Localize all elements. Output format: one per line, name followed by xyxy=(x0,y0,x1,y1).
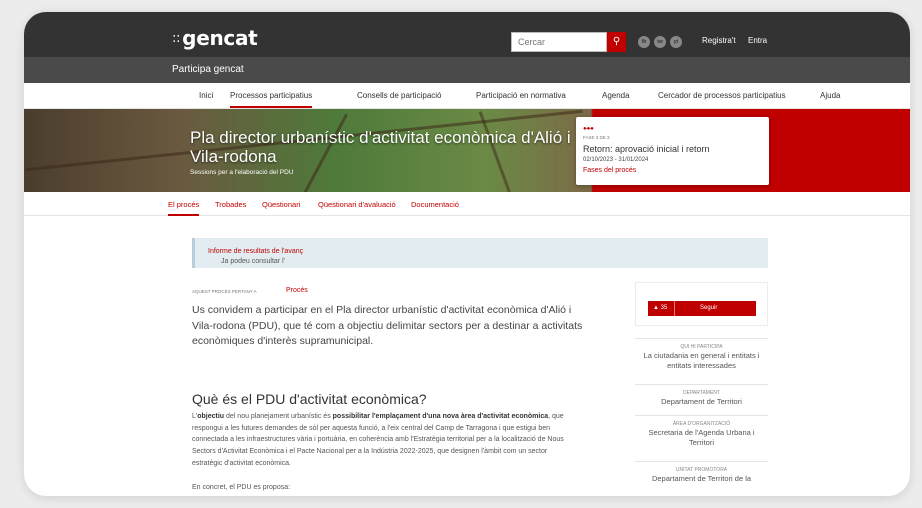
phase-dates: 02/10/2023 - 31/01/2024 xyxy=(583,157,649,163)
meta-value: La ciutadania en general i entitats i en… xyxy=(643,351,760,370)
phases-link[interactable]: Fases del procés xyxy=(583,167,636,174)
paragraph-bold: possibilitar l'emplaçament d'una nova àr… xyxy=(332,413,549,420)
search-input[interactable] xyxy=(511,32,607,52)
callout-prefix: Ja podeu consultar l' xyxy=(221,258,285,265)
nav-item-consells[interactable]: Consells de participació xyxy=(357,91,442,100)
section-paragraph: L'objectiu del nou planejament urbanísti… xyxy=(192,411,577,470)
section-paragraph-2: En concret, el PDU es proposa: xyxy=(192,484,291,491)
nav-item-ajuda[interactable]: Ajuda xyxy=(820,91,840,100)
results-report-link[interactable]: Informe de resultats de l'avanç xyxy=(208,248,303,255)
section-title: Què és el PDU d'activitat econòmica? xyxy=(192,391,427,407)
meta-promoting-unit: Unitat promotora Departament de Territor… xyxy=(635,461,768,484)
login-link[interactable]: Entra xyxy=(748,36,767,45)
logo-text: gencat xyxy=(182,26,258,50)
register-link[interactable]: Registra't xyxy=(702,36,736,45)
follow-button[interactable]: ▲ 35 Seguir xyxy=(648,301,756,316)
callout-text: Ja podeu consultar l' Informe de resultat… xyxy=(208,248,303,265)
meta-participants: Qui hi participa La ciutadania en genera… xyxy=(635,338,768,371)
youtube-icon[interactable]: yt xyxy=(670,36,682,48)
phase-title: Retorn: aprovació inicial i retorn xyxy=(583,144,710,154)
follow-count: ▲ 35 xyxy=(653,305,668,311)
tab-el-proces[interactable]: El procés xyxy=(168,200,200,216)
gencat-logo[interactable]: :: gencat xyxy=(172,26,258,50)
main-nav: Inici Processos participatius Consells d… xyxy=(24,83,910,109)
follow-box: ▲ 35 Seguir xyxy=(635,282,768,326)
meta-value: Departament de Territori xyxy=(661,397,742,406)
site-title-bar: Participa gencat xyxy=(24,57,910,83)
meta-value: Secretaria de l'Agenda Urbana i Territor… xyxy=(648,428,755,447)
meta-label: Qui hi participa xyxy=(680,344,723,350)
process-subtitle: Sessions per a l'elaboració del PDU xyxy=(190,169,294,176)
nav-item-agenda[interactable]: Agenda xyxy=(602,91,630,100)
nav-item-inici[interactable]: Inici xyxy=(199,91,213,100)
browser-frame: ::gencat ⚲ fb tw yt Registra't Entra Par… xyxy=(24,12,910,496)
paragraph-bold: objectiu xyxy=(197,413,225,420)
callout-suffix: . xyxy=(221,258,223,265)
phase-card[interactable]: ●-●-● FASE 3 DE 3 Retorn: aprovació inic… xyxy=(576,117,769,185)
process-tabs: El procés Trobades Qüestionari Qüestiona… xyxy=(24,192,910,216)
phase-steps-icon: ●-●-● xyxy=(583,126,594,132)
follow-divider xyxy=(674,301,675,316)
nav-item-normativa[interactable]: Participació en normativa xyxy=(476,91,566,100)
nav-item-processos[interactable]: Processos participatius xyxy=(230,91,313,108)
belongs-link[interactable]: Procés xyxy=(286,287,308,294)
phase-number: FASE 3 DE 3 xyxy=(583,135,610,140)
meta-department: Departament Departament de Territori xyxy=(635,384,768,407)
info-callout: Ja podeu consultar l' Informe de resultat… xyxy=(192,238,768,268)
process-hero: Pla director urbanístic d'activitat econ… xyxy=(24,109,910,192)
process-title: Pla director urbanístic d'activitat econ… xyxy=(190,128,571,166)
site-title[interactable]: Participa gencat xyxy=(172,64,244,75)
meta-value: Departament de Territori de la xyxy=(651,474,752,483)
follow-label: Seguir xyxy=(700,305,718,311)
tab-trobades[interactable]: Trobades xyxy=(215,200,246,209)
belongs-label: AQUEST PROCÉS PERTANY A xyxy=(192,289,257,294)
meta-label: Departament xyxy=(683,390,720,396)
tab-questionari[interactable]: Qüestionari xyxy=(262,200,300,209)
meta-organization-area: Àrea d'organització Secretaria de l'Agen… xyxy=(635,415,768,448)
tab-questionari-avaluacio[interactable]: Qüestionari d'avaluació xyxy=(318,200,396,209)
meta-label: Unitat promotora xyxy=(675,467,728,473)
search-icon[interactable]: ⚲ xyxy=(607,32,626,52)
tab-documentacio[interactable]: Documentació xyxy=(411,200,459,209)
paragraph-part: del nou planejament urbanístic és xyxy=(224,413,333,420)
logo-mark-icon: :: xyxy=(172,31,181,46)
meta-label: Àrea d'organització xyxy=(672,421,731,427)
top-bar: ::gencat ⚲ fb tw yt Registra't Entra xyxy=(24,12,910,57)
twitter-icon[interactable]: tw xyxy=(654,36,666,48)
intro-text: Us convidem a participar en el Pla direc… xyxy=(192,304,583,347)
paragraph-part: , que respongui a les futures demandes d… xyxy=(192,413,564,467)
nav-item-cercador[interactable]: Cercador de processos participatius xyxy=(658,91,786,100)
facebook-icon[interactable]: fb xyxy=(638,36,650,48)
